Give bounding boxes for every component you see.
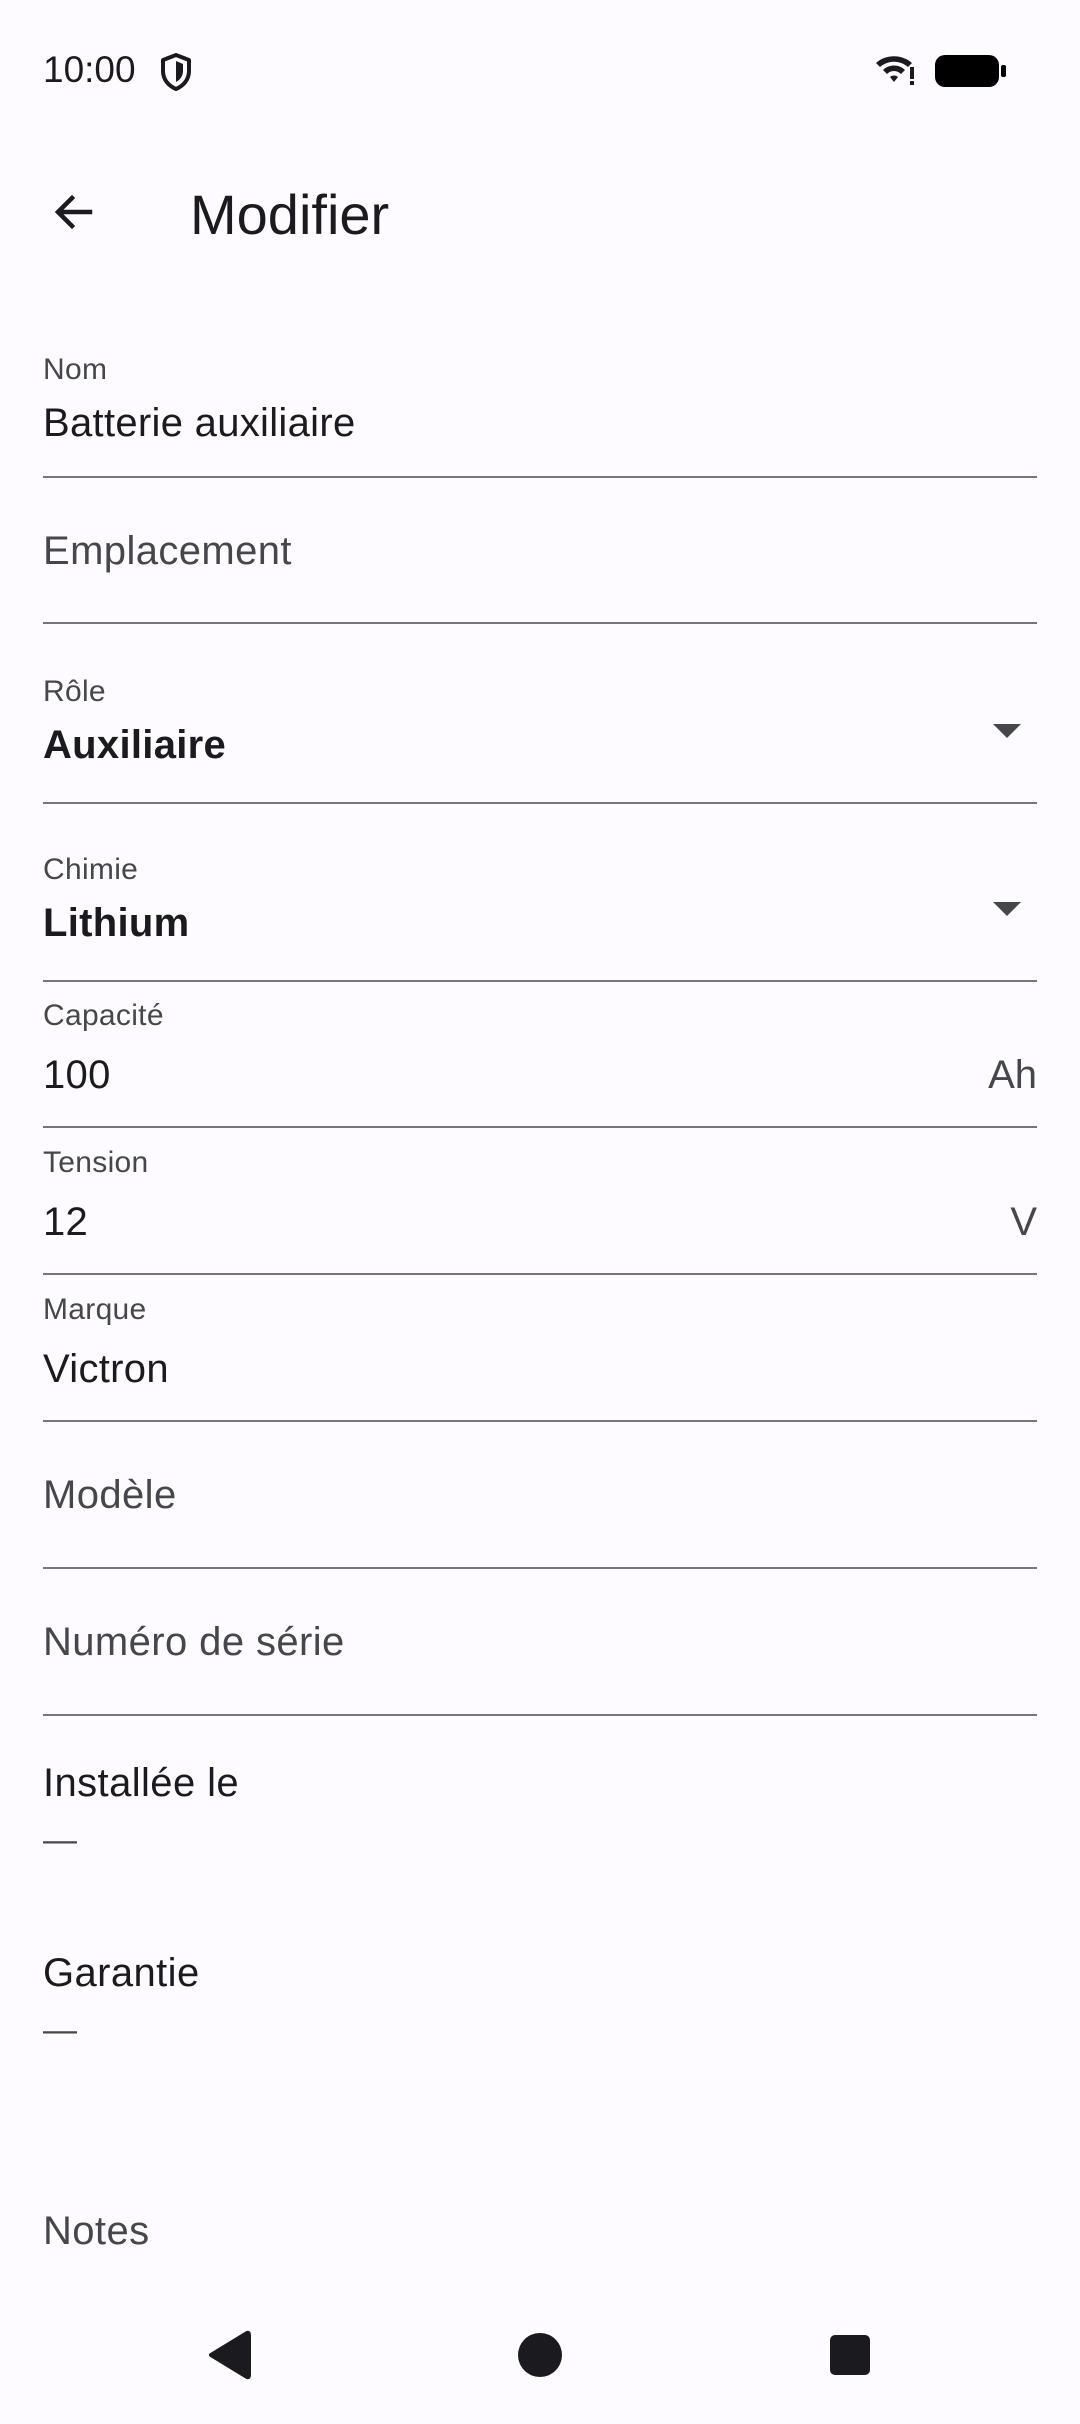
- voltage-field-suffix: V: [1010, 1200, 1037, 1244]
- location-field-placeholder: Emplacement: [43, 529, 292, 573]
- voltage-field-value: 12: [43, 1200, 89, 1244]
- name-field-label: Nom: [43, 353, 108, 386]
- capacity-field-suffix: Ah: [988, 1053, 1037, 1097]
- brand-field-value: Victron: [43, 1347, 169, 1391]
- model-field-placeholder: Modèle: [43, 1473, 177, 1517]
- battery-icon: [934, 54, 1008, 88]
- chemistry-dropdown-underline: [43, 980, 1037, 982]
- installed-date-value: —: [43, 1821, 77, 1859]
- dropdown-arrow-icon: [993, 724, 1021, 738]
- notes-field-placeholder: Notes: [43, 2209, 150, 2253]
- role-dropdown-label: Rôle: [43, 675, 106, 708]
- shield-icon: [158, 52, 194, 92]
- status-time: 10:00: [43, 49, 136, 90]
- location-field-underline: [43, 622, 1037, 624]
- nav-home-icon: [516, 2331, 564, 2384]
- chemistry-dropdown-value: Lithium: [43, 901, 190, 945]
- role-dropdown-underline: [43, 802, 1037, 804]
- wifi-icon: [874, 53, 916, 87]
- capacity-field-label: Capacité: [43, 999, 164, 1032]
- system-nav-bar: [0, 2290, 1080, 2424]
- nav-back-icon: [205, 2329, 253, 2386]
- voltage-field[interactable]: Tension 12 V: [43, 1145, 1037, 1275]
- serial-number-field-placeholder: Numéro de série: [43, 1620, 345, 1664]
- name-field[interactable]: Nom Batterie auxiliaire: [43, 340, 1037, 478]
- app-bar: Modifier: [0, 140, 1080, 290]
- installed-date-title: Installée le: [43, 1761, 240, 1805]
- location-field[interactable]: Emplacement: [43, 478, 1037, 624]
- warranty-title: Garantie: [43, 1951, 200, 1995]
- arrow-back-icon: [50, 188, 98, 241]
- brand-field[interactable]: Marque Victron: [43, 1292, 1037, 1422]
- name-field-value: Batterie auxiliaire: [43, 401, 356, 445]
- model-field[interactable]: Modèle: [43, 1422, 1037, 1569]
- voltage-field-underline: [43, 1273, 1037, 1275]
- installed-date-row[interactable]: Installée le —: [43, 1740, 1037, 1900]
- chemistry-dropdown-label: Chimie: [43, 853, 139, 886]
- notes-field[interactable]: Notes: [43, 2180, 1037, 2280]
- chemistry-dropdown[interactable]: Chimie Lithium: [43, 844, 1037, 982]
- serial-number-field-underline: [43, 1714, 1037, 1716]
- capacity-field-value: 100: [43, 1053, 111, 1097]
- brand-field-label: Marque: [43, 1293, 147, 1326]
- status-bar: 10:00: [0, 0, 1080, 140]
- dropdown-arrow-icon: [993, 902, 1021, 916]
- nav-home-button[interactable]: [495, 2312, 585, 2402]
- capacity-field[interactable]: Capacité 100 Ah: [43, 998, 1037, 1128]
- nav-back-button[interactable]: [184, 2312, 274, 2402]
- warranty-value: —: [43, 2011, 77, 2049]
- role-dropdown[interactable]: Rôle Auxiliaire: [43, 664, 1037, 804]
- voltage-field-label: Tension: [43, 1146, 149, 1179]
- back-button[interactable]: [26, 166, 122, 262]
- role-dropdown-value: Auxiliaire: [43, 723, 227, 767]
- nav-recents-icon: [828, 2333, 872, 2382]
- warranty-row[interactable]: Garantie —: [43, 1930, 1037, 2090]
- capacity-field-underline: [43, 1126, 1037, 1128]
- nav-recents-button[interactable]: [805, 2312, 895, 2402]
- page-title: Modifier: [190, 183, 390, 246]
- serial-number-field[interactable]: Numéro de série: [43, 1569, 1037, 1716]
